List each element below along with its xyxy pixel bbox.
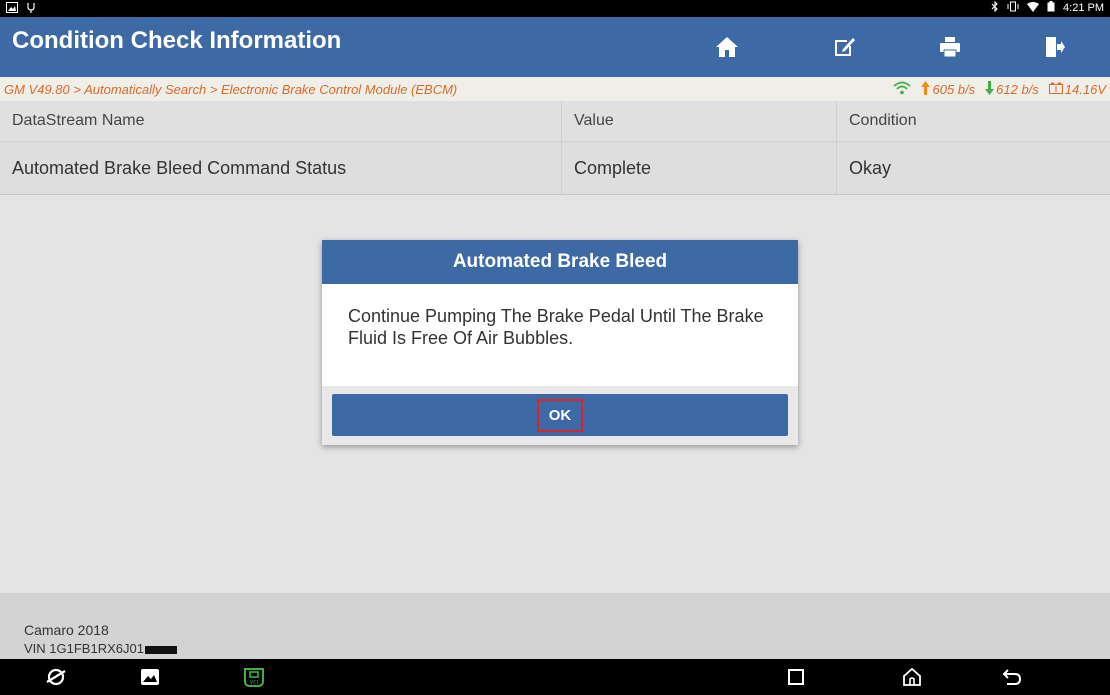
table-header: DataStream Name Value Condition	[0, 101, 1110, 142]
breadcrumb: GM V49.80 > Automatically Search > Elect…	[4, 82, 458, 97]
datastream-condition: Okay	[849, 157, 892, 178]
bluetooth-icon	[991, 0, 999, 15]
home-icon	[716, 37, 738, 57]
back-button[interactable]	[998, 665, 1026, 689]
home-button[interactable]	[682, 17, 772, 77]
breadcrumb-bar: GM V49.80 > Automatically Search > Elect…	[0, 77, 1110, 101]
android-nav-bar: VCI	[0, 659, 1110, 695]
usb-debug-icon	[26, 2, 36, 16]
home-nav-button[interactable]	[898, 665, 926, 689]
gallery-notification-icon	[6, 2, 18, 16]
exit-icon	[1046, 37, 1065, 57]
recent-apps-icon	[788, 669, 804, 685]
battery-icon	[1047, 1, 1055, 15]
vci-icon: VCI	[244, 668, 264, 687]
vin-redaction	[144, 645, 177, 654]
exit-button[interactable]	[1010, 17, 1100, 77]
vehicle-info-footer: Camaro 2018 VIN 1G1FB1RX6J01	[0, 593, 1110, 659]
download-arrow-icon	[985, 81, 995, 98]
upload-arrow-icon	[921, 81, 931, 98]
brake-bleed-dialog: Automated Brake Bleed Continue Pumping T…	[322, 240, 798, 445]
dialog-message: Continue Pumping The Brake Pedal Until T…	[348, 306, 764, 348]
status-bar: 4:21 PM	[0, 0, 1110, 17]
upload-rate: 605 b/s	[932, 82, 976, 97]
dialog-title: Automated Brake Bleed	[322, 240, 798, 284]
back-arrow-icon	[1002, 669, 1022, 685]
printer-icon	[940, 37, 960, 58]
connection-stats: 605 b/s 612 b/s 14.16V	[893, 81, 1106, 98]
vehicle-vin: VIN 1G1FB1RX6J01	[24, 641, 177, 656]
download-rate: 612 b/s	[996, 82, 1039, 97]
gallery-icon	[141, 669, 159, 685]
table-row[interactable]: Automated Brake Bleed Command Status Com…	[0, 142, 1110, 195]
report-edit-button[interactable]	[800, 17, 890, 77]
ok-button-label: OK	[536, 398, 584, 432]
title-bar: Condition Check Information	[0, 17, 1110, 77]
column-header-condition: Condition	[849, 112, 917, 129]
dialog-footer: OK	[322, 386, 798, 445]
home-nav-icon	[903, 667, 921, 686]
browser-button[interactable]	[42, 665, 70, 689]
edit-icon	[835, 38, 855, 56]
battery-voltage-icon	[1048, 82, 1063, 97]
browser-icon	[46, 668, 66, 686]
clock: 4:21 PM	[1063, 2, 1104, 14]
datastream-name: Automated Brake Bleed Command Status	[0, 142, 562, 194]
page-title: Condition Check Information	[12, 27, 342, 54]
voltage-reading: 14.16V	[1064, 82, 1106, 97]
gallery-button[interactable]	[136, 665, 164, 689]
vehicle-model: Camaro 2018	[24, 622, 109, 638]
print-button[interactable]	[905, 17, 995, 77]
vci-button[interactable]: VCI	[240, 665, 268, 689]
datastream-value: Complete	[562, 142, 837, 194]
ok-button[interactable]: OK	[332, 394, 788, 436]
vibrate-icon	[1007, 1, 1019, 15]
recent-apps-button[interactable]	[782, 665, 810, 689]
column-header-value: Value	[562, 101, 837, 141]
wifi-icon	[1027, 1, 1040, 15]
svg-text:VCI: VCI	[250, 680, 258, 686]
column-header-name: DataStream Name	[0, 101, 562, 141]
wifi-signal-icon	[893, 81, 912, 98]
